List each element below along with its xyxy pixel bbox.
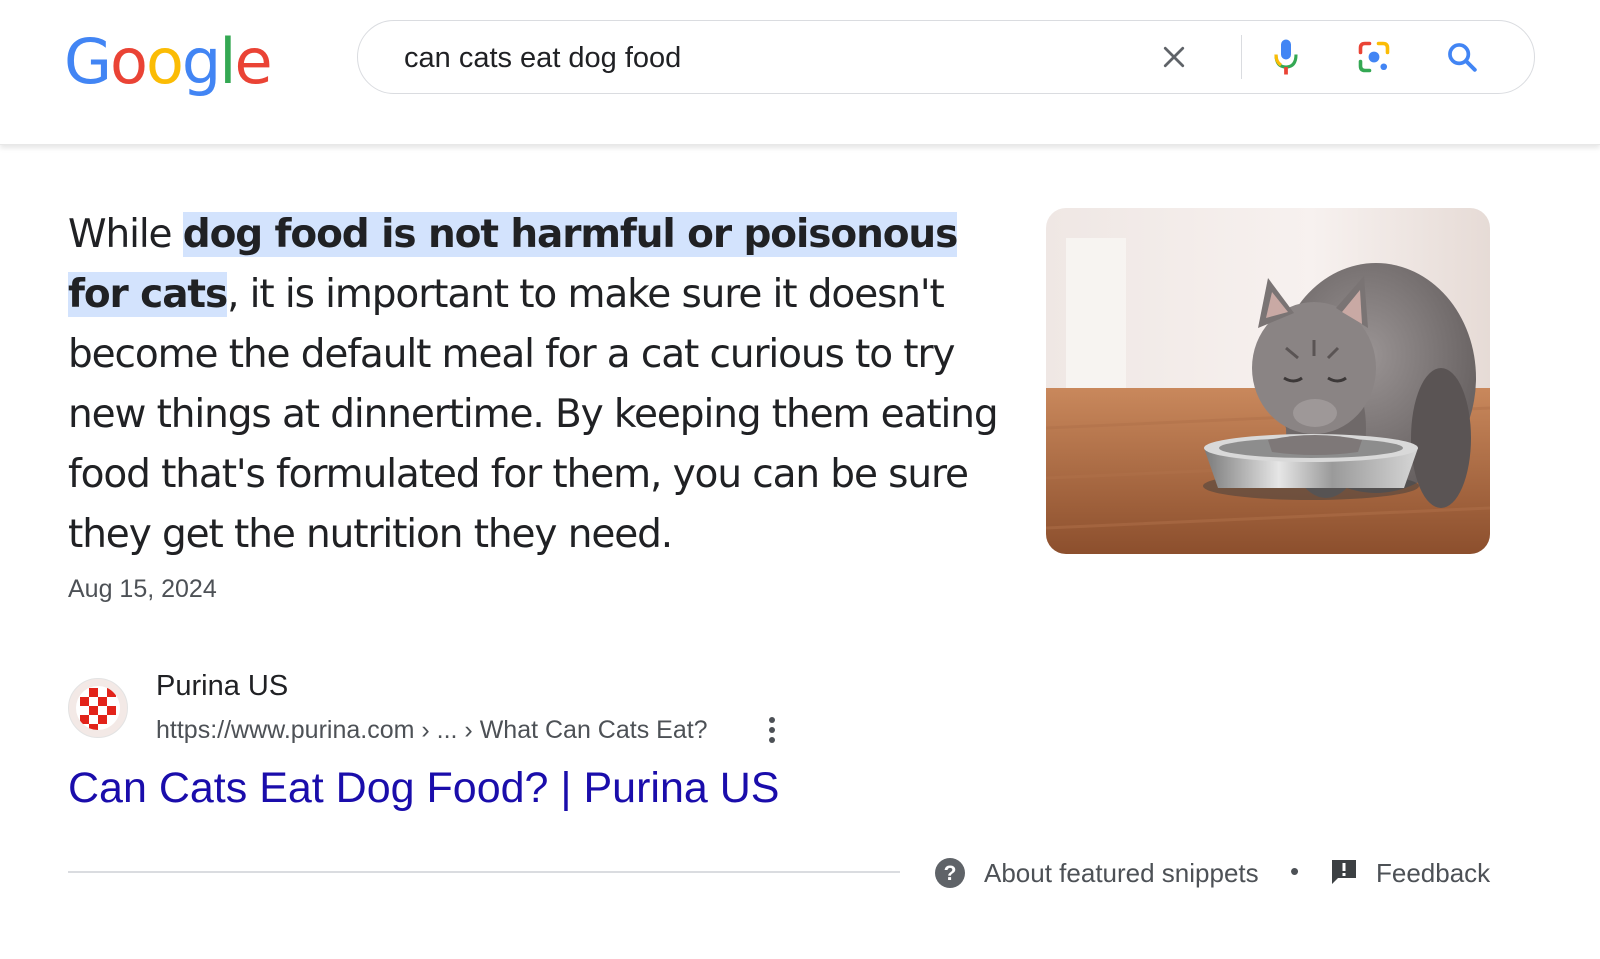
cat-image (1046, 208, 1490, 554)
logo-letter: e (234, 25, 273, 98)
search-divider (1241, 35, 1242, 79)
site-name[interactable]: Purina US (156, 670, 288, 703)
result-title-link[interactable]: Can Cats Eat Dog Food? | Purina US (68, 764, 779, 813)
footer-divider (68, 871, 900, 873)
logo-letter: G (64, 25, 112, 98)
logo-letter: l (219, 25, 236, 98)
logo-letter: o (145, 25, 184, 98)
search-box (357, 20, 1535, 94)
site-url[interactable]: https://www.purina.com › ... › What Can … (156, 716, 708, 745)
feedback-icon[interactable] (1330, 858, 1358, 886)
footer-separator: • (1290, 856, 1300, 886)
mic-icon[interactable] (1268, 39, 1304, 75)
svg-text:?: ? (944, 862, 957, 885)
purina-checkerboard-icon (76, 686, 120, 730)
search-icon[interactable] (1444, 39, 1480, 75)
search-header: Google (0, 0, 1600, 145)
featured-snippet-text: While dog food is not harmful or poisono… (68, 205, 999, 565)
purina-favicon[interactable] (68, 678, 128, 738)
lens-icon[interactable] (1356, 39, 1392, 75)
logo-letter: o (110, 25, 148, 98)
snippet-text-before: While (68, 212, 183, 257)
help-icon[interactable]: ? (934, 857, 966, 889)
logo-letter: g (181, 25, 221, 98)
about-featured-snippets-link[interactable]: About featured snippets (984, 858, 1259, 889)
more-options-icon[interactable] (762, 714, 782, 746)
snippet-date: Aug 15, 2024 (68, 575, 217, 603)
snippet-image[interactable] (1046, 208, 1490, 554)
feedback-link[interactable]: Feedback (1376, 858, 1490, 889)
search-input[interactable] (402, 37, 1106, 79)
clear-icon[interactable] (1156, 39, 1192, 75)
google-logo[interactable]: Google (64, 22, 273, 102)
